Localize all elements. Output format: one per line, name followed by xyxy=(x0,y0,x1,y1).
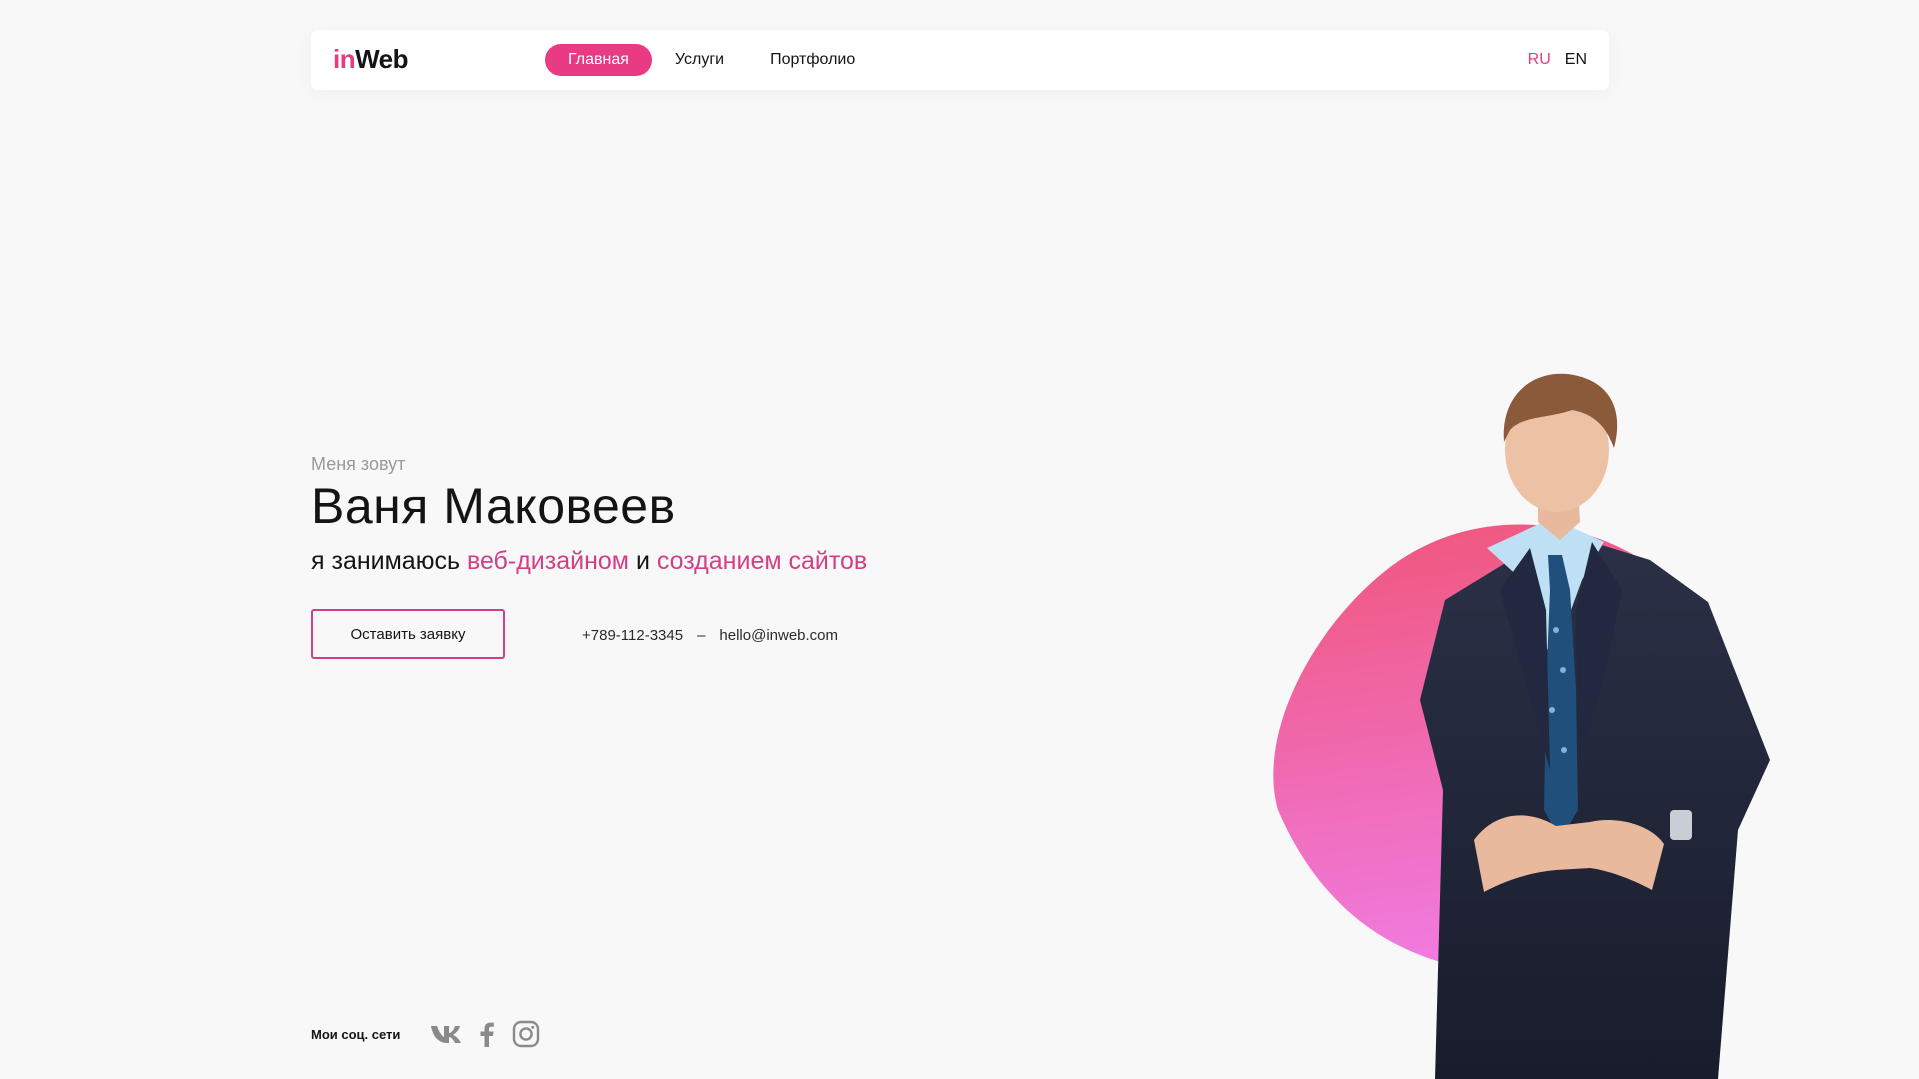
top-navbar: inWeb Главная Услуги Портфолио RU EN xyxy=(311,30,1609,90)
tagline-prefix: я занимаюсь xyxy=(311,547,467,575)
phone-link[interactable]: +789-112-3345 xyxy=(582,626,683,646)
lang-en[interactable]: EN xyxy=(1565,48,1587,72)
person-figure xyxy=(1420,373,1770,1079)
instagram-icon[interactable] xyxy=(512,1020,540,1048)
request-button[interactable]: Оставить заявку xyxy=(311,609,505,659)
nav-item-home[interactable]: Главная xyxy=(545,44,652,76)
tagline-highlight-webdesign: веб-дизайном xyxy=(466,547,629,575)
man-in-suit-photo xyxy=(1273,373,1770,1079)
social-label: Мои соц. сети xyxy=(311,1026,401,1042)
email-link[interactable]: hello@inweb.com xyxy=(719,626,838,646)
logo-accent: in xyxy=(333,44,356,74)
language-switcher: RU EN xyxy=(1528,48,1587,72)
logo-text: Web xyxy=(355,44,409,74)
facebook-icon[interactable] xyxy=(476,1021,498,1047)
vk-icon[interactable] xyxy=(430,1024,462,1044)
contact-separator: – xyxy=(697,627,706,644)
hero-name: Ваня Маковеев xyxy=(311,478,676,534)
hero-photo xyxy=(1260,370,1800,1079)
hero-tagline: я занимаюсь веб-дизайном и созданием сай… xyxy=(311,544,867,578)
lang-ru[interactable]: RU xyxy=(1528,48,1551,72)
social-links: Мои соц. сети xyxy=(311,1020,554,1048)
nav-item-services[interactable]: Услуги xyxy=(652,44,747,76)
intro-text: Меня зовут xyxy=(311,454,406,474)
main-nav: Главная Услуги Портфолио xyxy=(545,44,878,76)
contacts: +789-112-3345 – hello@inweb.com xyxy=(582,626,838,646)
nav-item-portfolio[interactable]: Портфолио xyxy=(747,44,878,76)
logo[interactable]: inWeb xyxy=(333,44,409,74)
tagline-highlight-sites: созданием сайтов xyxy=(656,547,868,575)
tagline-middle: и xyxy=(629,547,657,575)
